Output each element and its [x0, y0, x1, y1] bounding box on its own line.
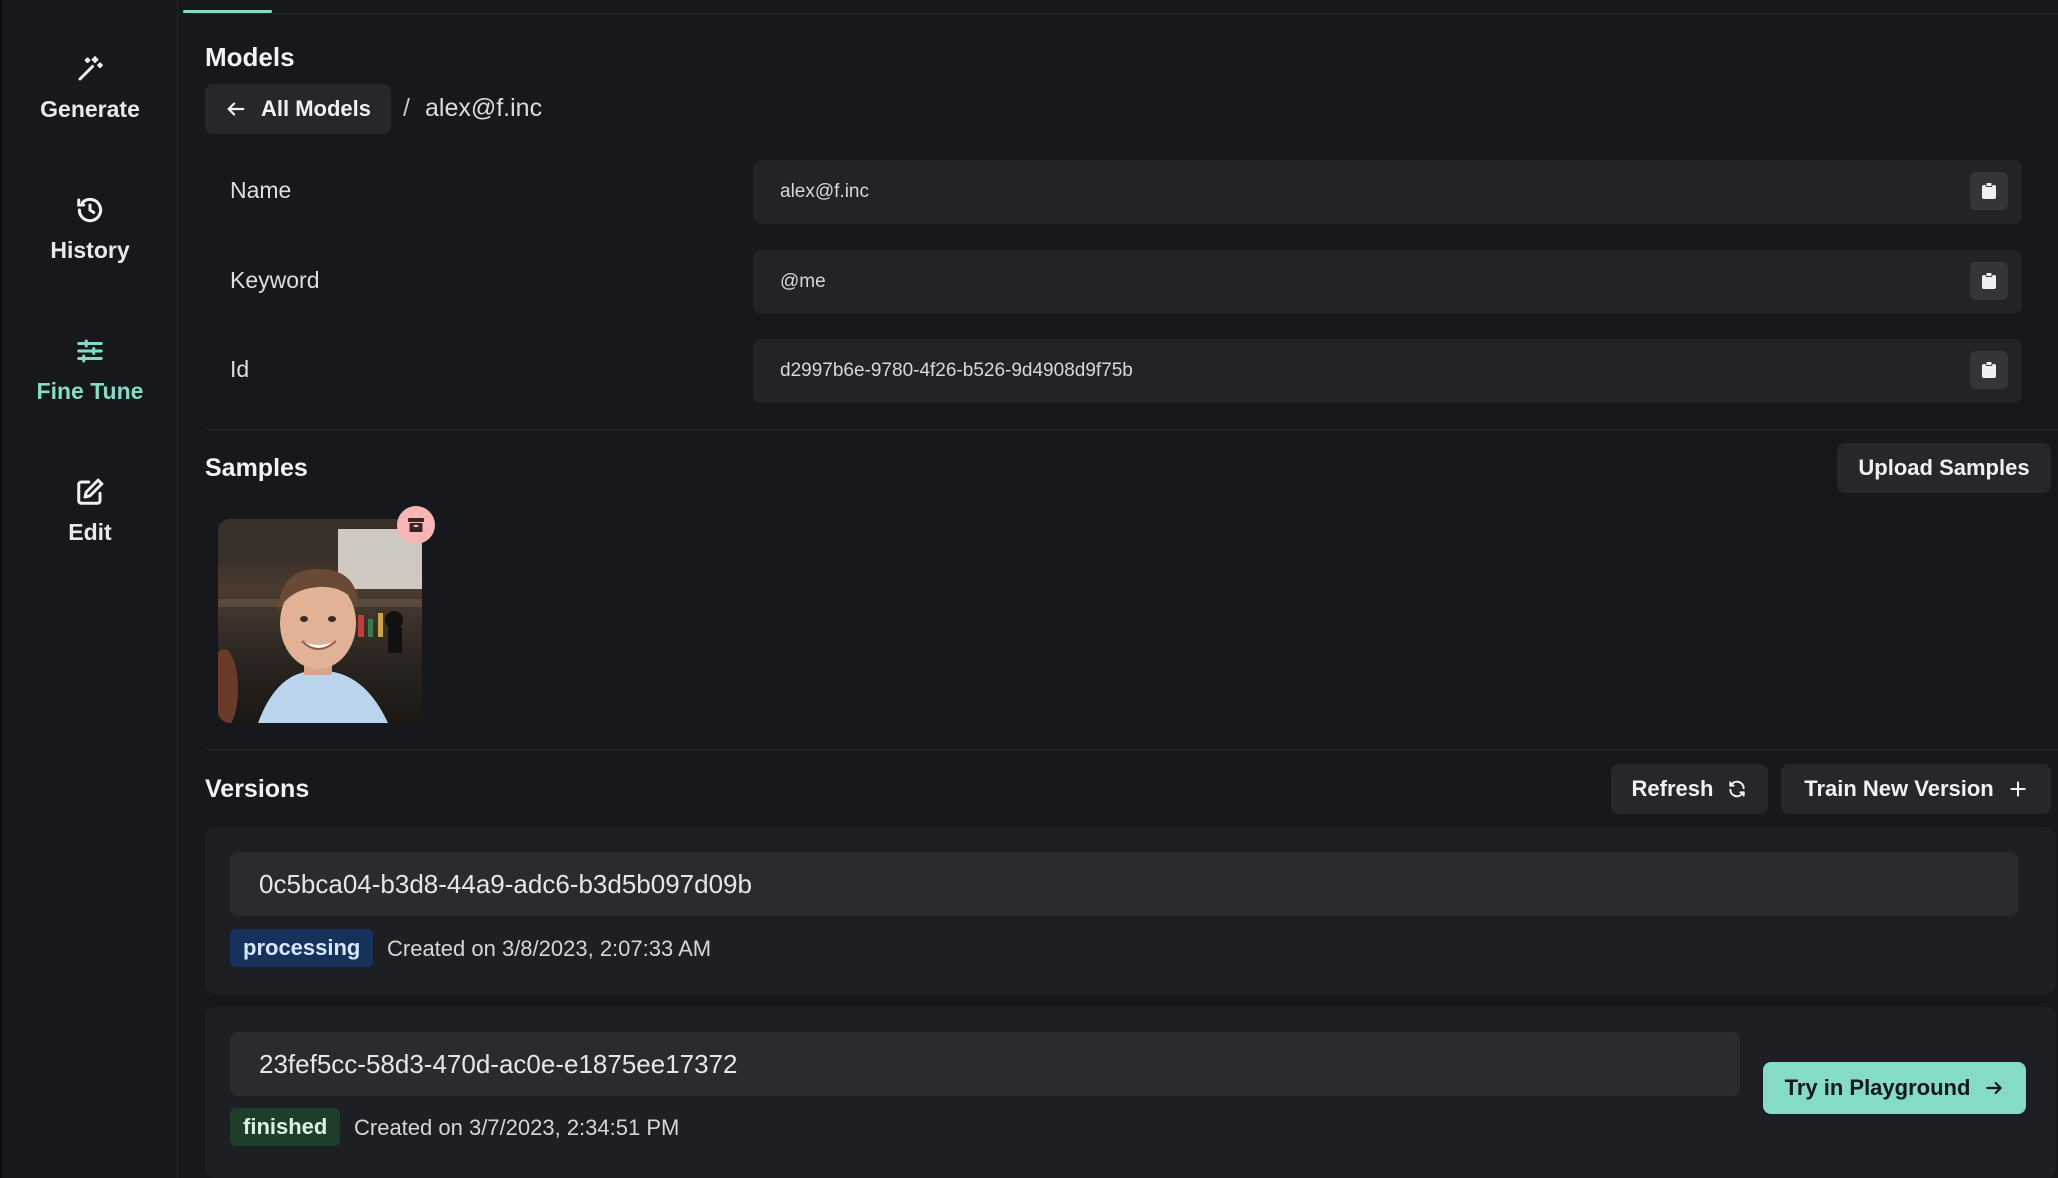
section-divider — [205, 429, 2058, 430]
try-in-playground-button[interactable]: Try in Playground — [1763, 1062, 2026, 1114]
page-title: Models — [205, 42, 295, 72]
nav-history-label: History — [50, 237, 130, 263]
field-label-name: Name — [230, 177, 292, 203]
arrow-right-icon — [1986, 1081, 2003, 1095]
refresh-label: Refresh — [1631, 776, 1714, 801]
train-new-version-button[interactable]: Train New Version — [1781, 764, 2051, 814]
plus-icon — [2010, 781, 2026, 797]
copy-id-button[interactable] — [1970, 351, 2008, 389]
copy-keyword-button[interactable] — [1970, 262, 2008, 300]
id-field[interactable]: d2997b6e-9780-4f26-b526-9d4908d9f75b — [753, 339, 2022, 403]
nav-generate[interactable]: Generate — [2, 52, 178, 172]
nav-edit[interactable]: Edit — [2, 475, 178, 595]
copy-name-button[interactable] — [1970, 172, 2008, 210]
history-icon — [73, 193, 107, 227]
upload-samples-label: Upload Samples — [1858, 455, 2030, 480]
refresh-icon — [1729, 780, 1746, 798]
sidebar-nav: Generate History Fine Tune Edit — [2, 0, 178, 1178]
samples-title: Samples — [205, 454, 308, 482]
edit-icon — [73, 475, 107, 509]
nav-fine-tune-label: Fine Tune — [36, 378, 144, 404]
active-tab-indicator — [183, 10, 272, 13]
status-badge: finished — [230, 1108, 341, 1146]
all-models-label: All Models — [261, 96, 372, 121]
versions-title: Versions — [205, 775, 310, 803]
train-new-version-label: Train New Version — [1804, 776, 1994, 801]
top-tab-strip — [179, 0, 2058, 14]
upload-samples-button[interactable]: Upload Samples — [1837, 443, 2051, 493]
field-label-keyword: Keyword — [230, 267, 320, 293]
main-content: Models All Models / alex@f.inc Name alex… — [179, 14, 2058, 1178]
version-card: 23fef5cc-58d3-470d-ac0e-e1875ee17372 fin… — [205, 1007, 2056, 1178]
nav-fine-tune[interactable]: Fine Tune — [2, 334, 178, 454]
all-models-button[interactable]: All Models — [205, 84, 391, 134]
clipboard-icon — [1982, 272, 1996, 289]
try-in-playground-label: Try in Playground — [1784, 1075, 1971, 1100]
version-id: 0c5bca04-b3d8-44a9-adc6-b3d5b097d09b — [230, 852, 2018, 916]
nav-generate-label: Generate — [40, 96, 140, 122]
arrow-left-icon — [227, 102, 245, 116]
sample-image[interactable] — [218, 519, 422, 723]
refresh-button[interactable]: Refresh — [1611, 764, 1768, 814]
version-card: 0c5bca04-b3d8-44a9-adc6-b3d5b097d09b pro… — [205, 827, 2056, 994]
name-field[interactable]: alex@f.inc — [753, 160, 2022, 224]
archive-icon — [408, 518, 424, 532]
archive-sample-button[interactable] — [397, 506, 435, 544]
status-badge: processing — [230, 929, 374, 967]
breadcrumb-separator: / — [403, 94, 410, 122]
name-value: alex@f.inc — [780, 181, 869, 202]
clipboard-icon — [1982, 361, 1996, 378]
section-divider — [205, 749, 2058, 750]
keyword-value: @me — [780, 271, 826, 292]
version-created: Created on 3/7/2023, 2:34:51 PM — [354, 1115, 680, 1140]
field-label-id: Id — [230, 356, 250, 382]
magic-wand-icon — [73, 52, 107, 86]
nav-edit-label: Edit — [68, 519, 112, 545]
breadcrumb-current: alex@f.inc — [425, 94, 543, 122]
nav-history[interactable]: History — [2, 193, 178, 313]
keyword-field[interactable]: @me — [753, 250, 2022, 314]
sliders-icon — [73, 334, 107, 368]
version-created: Created on 3/8/2023, 2:07:33 AM — [387, 936, 712, 961]
id-value: d2997b6e-9780-4f26-b526-9d4908d9f75b — [780, 360, 1133, 381]
version-id: 23fef5cc-58d3-470d-ac0e-e1875ee17372 — [230, 1032, 1740, 1096]
clipboard-icon — [1982, 182, 1996, 199]
